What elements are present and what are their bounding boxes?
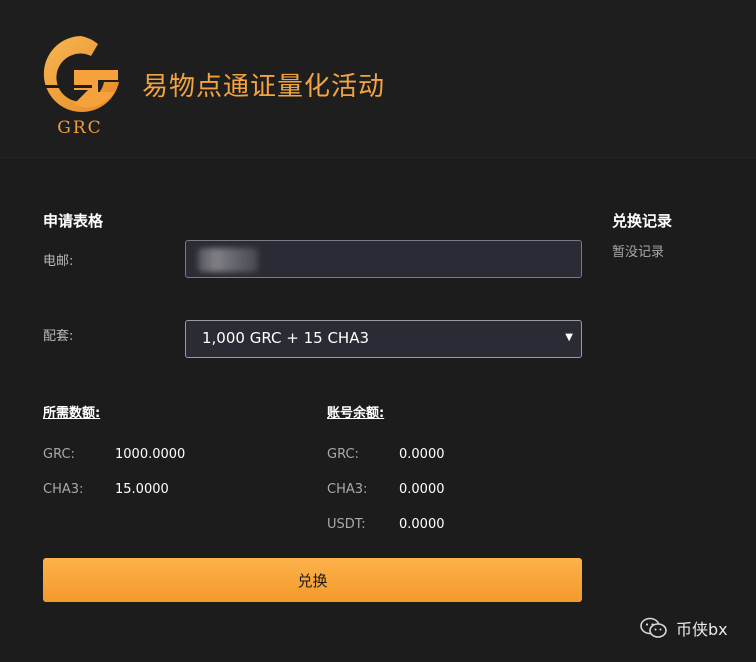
required-cha3-key: CHA3: bbox=[43, 482, 84, 497]
chevron-down-icon: ▼ bbox=[565, 332, 573, 343]
wechat-icon bbox=[640, 617, 667, 638]
email-label: 电邮: bbox=[43, 254, 74, 269]
header: GRC 易物点通证量化活动 bbox=[0, 0, 756, 158]
required-grc-key: GRC: bbox=[43, 447, 75, 462]
form-title: 申请表格 bbox=[43, 212, 104, 230]
page-title: 易物点通证量化活动 bbox=[142, 72, 386, 102]
balance-cha3-key: CHA3: bbox=[327, 482, 368, 497]
balance-usdt-key: USDT: bbox=[327, 517, 366, 532]
balance-grc-key: GRC: bbox=[327, 447, 359, 462]
package-label: 配套: bbox=[43, 329, 74, 344]
package-select[interactable]: 1,000 GRC + 15 CHA3 ▼ bbox=[185, 320, 582, 358]
logo-text: GRC bbox=[57, 118, 103, 138]
exchange-button[interactable]: 兑换 bbox=[43, 558, 582, 602]
watermark-text: 币侠bx bbox=[676, 620, 728, 639]
account-balance-title: 账号余额: bbox=[327, 406, 385, 421]
blurred-email-value bbox=[198, 248, 258, 272]
balance-cha3-value: 0.0000 bbox=[399, 482, 445, 497]
no-records-text: 暂没记录 bbox=[612, 245, 665, 260]
required-grc-value: 1000.0000 bbox=[115, 447, 186, 462]
required-cha3-value: 15.0000 bbox=[115, 482, 169, 497]
email-field[interactable] bbox=[185, 240, 582, 278]
exchange-records-title: 兑换记录 bbox=[612, 212, 673, 230]
required-amount-title: 所需数额: bbox=[43, 406, 101, 421]
balance-usdt-value: 0.0000 bbox=[399, 517, 445, 532]
watermark: 币侠bx bbox=[640, 616, 728, 640]
balance-grc-value: 0.0000 bbox=[399, 447, 445, 462]
package-selected-value: 1,000 GRC + 15 CHA3 bbox=[202, 329, 369, 347]
